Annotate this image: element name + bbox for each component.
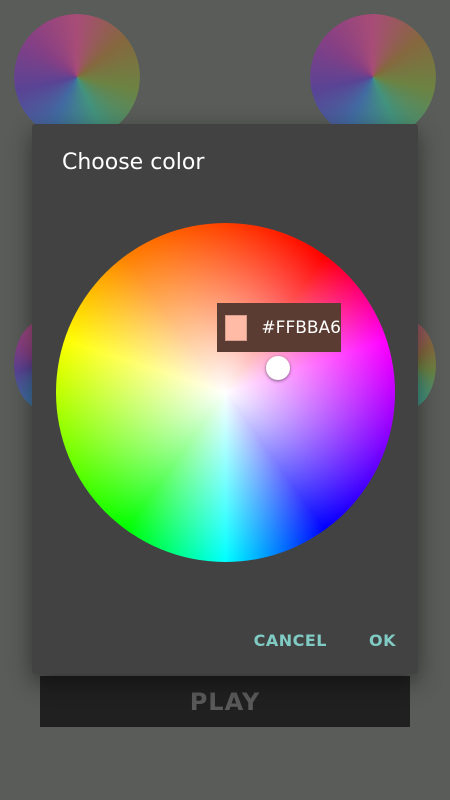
dialog-actions: CANCEL OK bbox=[244, 623, 406, 658]
dialog-title: Choose color bbox=[62, 150, 205, 175]
color-wheel-handle[interactable] bbox=[266, 356, 290, 380]
color-picker-dialog: Choose color #FFBBA6 CANCEL OK bbox=[32, 124, 418, 674]
selected-color-swatch bbox=[225, 314, 248, 341]
color-wheel-saturation bbox=[56, 223, 395, 562]
color-wheel[interactable] bbox=[56, 223, 395, 562]
ok-button[interactable]: OK bbox=[359, 623, 406, 658]
selected-color-hex: #FFBBA6 bbox=[261, 317, 341, 338]
cancel-button[interactable]: CANCEL bbox=[244, 623, 337, 658]
selected-color-tooltip: #FFBBA6 bbox=[217, 303, 341, 352]
